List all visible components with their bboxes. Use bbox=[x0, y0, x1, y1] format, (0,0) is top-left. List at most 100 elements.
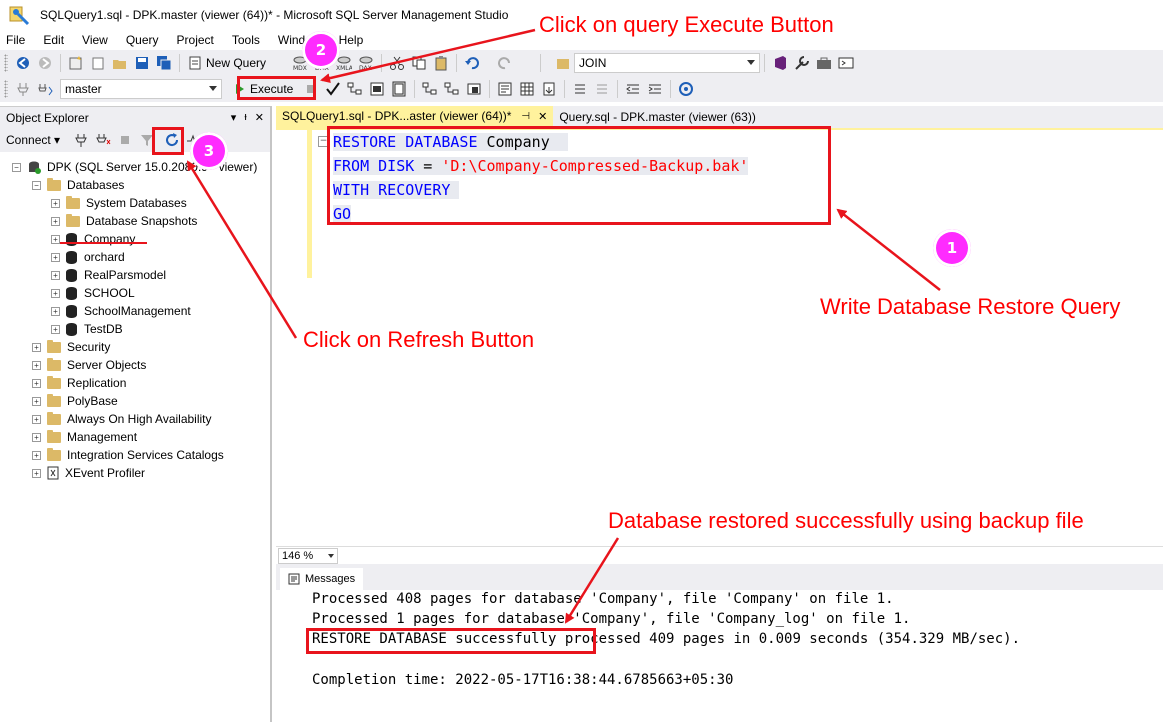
toolbar-grip[interactable] bbox=[4, 54, 8, 72]
undo-icon[interactable] bbox=[464, 55, 480, 71]
parse-check-icon[interactable] bbox=[325, 81, 341, 97]
expand-icon[interactable]: + bbox=[32, 360, 41, 370]
tree-node-company[interactable]: + Company bbox=[51, 230, 135, 248]
expand-icon[interactable]: + bbox=[32, 378, 41, 388]
tree-node-databases[interactable]: − Databases bbox=[32, 176, 124, 194]
tree-node-testdb[interactable]: + TestDB bbox=[51, 320, 123, 338]
tree-node-database-snapshots[interactable]: + Database Snapshots bbox=[51, 212, 197, 230]
vs-icon[interactable] bbox=[772, 55, 788, 71]
increase-indent-icon[interactable] bbox=[647, 81, 663, 97]
connect-dropdown[interactable]: Connect ▾ bbox=[6, 133, 60, 147]
expand-icon[interactable]: + bbox=[51, 270, 60, 280]
results-to-file-icon[interactable] bbox=[541, 81, 557, 97]
expand-icon[interactable]: + bbox=[51, 216, 60, 226]
expand-icon[interactable]: + bbox=[32, 342, 41, 352]
tree-node-management[interactable]: + Management bbox=[32, 428, 137, 446]
connect-icon[interactable] bbox=[15, 81, 31, 97]
search-target-icon[interactable] bbox=[555, 55, 571, 71]
message-line: Processed 408 pages for database 'Compan… bbox=[312, 591, 894, 607]
menu-edit[interactable]: Edit bbox=[34, 30, 73, 50]
stop-icon[interactable] bbox=[117, 132, 133, 148]
menu-view[interactable]: View bbox=[73, 30, 117, 50]
find-combo[interactable]: JOIN bbox=[574, 53, 761, 73]
completion-time: Completion time: 2022-05-17T16:38:44.678… bbox=[312, 672, 734, 688]
expand-icon[interactable]: + bbox=[32, 414, 41, 424]
results-to-text-icon[interactable] bbox=[497, 81, 513, 97]
menu-file[interactable]: File bbox=[0, 30, 34, 50]
expand-icon[interactable]: + bbox=[32, 468, 41, 478]
dax-query-icon[interactable]: DAX bbox=[358, 55, 374, 72]
tree-node-system-databases[interactable]: + System Databases bbox=[51, 194, 187, 212]
forward-icon[interactable] bbox=[37, 55, 53, 71]
toolbar-grip[interactable] bbox=[4, 80, 8, 98]
tree-node-schoolmanagement[interactable]: + SchoolManagement bbox=[51, 302, 191, 320]
intellisense-icon[interactable] bbox=[391, 81, 407, 97]
toolbox-icon[interactable] bbox=[816, 55, 832, 71]
tree-node-replication[interactable]: + Replication bbox=[32, 374, 126, 392]
disconnect-icon[interactable] bbox=[95, 132, 111, 148]
tree-node-integration-services[interactable]: + Integration Services Catalogs bbox=[32, 446, 224, 464]
close-icon[interactable]: ✕ bbox=[255, 111, 264, 124]
decrease-indent-icon[interactable] bbox=[625, 81, 641, 97]
expand-icon[interactable]: + bbox=[32, 396, 41, 406]
collapse-icon[interactable]: − bbox=[32, 180, 41, 190]
ssms-app-icon bbox=[8, 4, 30, 26]
tab-messages[interactable]: Messages bbox=[280, 568, 364, 590]
tree-node-server-objects[interactable]: + Server Objects bbox=[32, 356, 146, 374]
query-options-icon[interactable] bbox=[369, 81, 385, 97]
dropdown-icon[interactable]: ▾ bbox=[231, 111, 237, 124]
new-project-icon[interactable] bbox=[68, 55, 84, 71]
pin-icon[interactable]: ᵼ bbox=[244, 111, 246, 124]
expand-icon[interactable]: + bbox=[32, 450, 41, 460]
tab-query[interactable]: Query.sql - DPK.master (viewer (63)) bbox=[553, 106, 761, 128]
tab-sqlquery1[interactable]: SQLQuery1.sql - DPK...aster (viewer (64)… bbox=[276, 106, 554, 128]
live-stats-icon[interactable] bbox=[444, 81, 460, 97]
expand-icon[interactable]: + bbox=[51, 288, 60, 298]
available-databases-combo[interactable]: master bbox=[60, 79, 222, 99]
specify-values-icon[interactable] bbox=[678, 81, 694, 97]
expand-icon[interactable]: + bbox=[51, 234, 60, 244]
redo-icon[interactable] bbox=[497, 55, 513, 71]
paste-icon[interactable] bbox=[433, 55, 449, 71]
pin-icon[interactable]: ⊣ bbox=[521, 111, 530, 122]
zoom-combo[interactable]: 146 % bbox=[278, 548, 338, 564]
collapse-icon[interactable]: − bbox=[12, 162, 21, 172]
menu-tools[interactable]: Tools bbox=[223, 30, 269, 50]
close-icon[interactable]: ✕ bbox=[538, 110, 547, 123]
toolbar-separator bbox=[489, 80, 491, 98]
actual-plan-icon[interactable] bbox=[422, 81, 438, 97]
expand-icon[interactable]: + bbox=[51, 306, 60, 316]
expand-icon[interactable]: + bbox=[51, 324, 60, 334]
uncomment-lines-icon[interactable] bbox=[594, 81, 610, 97]
add-item-icon[interactable] bbox=[90, 55, 106, 71]
copy-icon[interactable] bbox=[411, 55, 427, 71]
estimated-plan-icon[interactable] bbox=[347, 81, 363, 97]
terminal-icon[interactable] bbox=[838, 55, 854, 71]
back-icon[interactable] bbox=[15, 55, 31, 71]
tree-node-security[interactable]: + Security bbox=[32, 338, 110, 356]
expand-icon[interactable]: + bbox=[51, 198, 60, 208]
open-file-icon[interactable] bbox=[112, 55, 128, 71]
results-to-grid-icon[interactable] bbox=[519, 81, 535, 97]
expand-icon[interactable]: + bbox=[32, 432, 41, 442]
tree-node-polybase[interactable]: + PolyBase bbox=[32, 392, 118, 410]
wrench-icon[interactable] bbox=[794, 55, 810, 71]
save-icon[interactable] bbox=[134, 55, 150, 71]
tree-node-always-on[interactable]: + Always On High Availability bbox=[32, 410, 212, 428]
comment-lines-icon[interactable] bbox=[572, 81, 588, 97]
save-all-icon[interactable] bbox=[156, 55, 172, 71]
tree-node-realparsmodel[interactable]: + RealParsmodel bbox=[51, 266, 166, 284]
change-connection-icon[interactable] bbox=[37, 81, 53, 97]
toolbar-separator bbox=[764, 54, 766, 72]
tree-node-orchard[interactable]: + orchard bbox=[51, 248, 125, 266]
menu-query[interactable]: Query bbox=[117, 30, 168, 50]
expand-icon[interactable]: + bbox=[51, 252, 60, 262]
tree-node-xevent-profiler[interactable]: + XEvent Profiler bbox=[32, 464, 145, 482]
cut-icon[interactable] bbox=[389, 55, 405, 71]
connect-plug-icon[interactable] bbox=[73, 132, 89, 148]
menu-project[interactable]: Project bbox=[168, 30, 223, 50]
client-stats-icon[interactable] bbox=[466, 81, 482, 97]
message-line: Processed 1 pages for database 'Company'… bbox=[312, 611, 911, 627]
tree-node-school[interactable]: + SCHOOL bbox=[51, 284, 135, 302]
new-query-button[interactable]: New Query bbox=[184, 55, 266, 71]
